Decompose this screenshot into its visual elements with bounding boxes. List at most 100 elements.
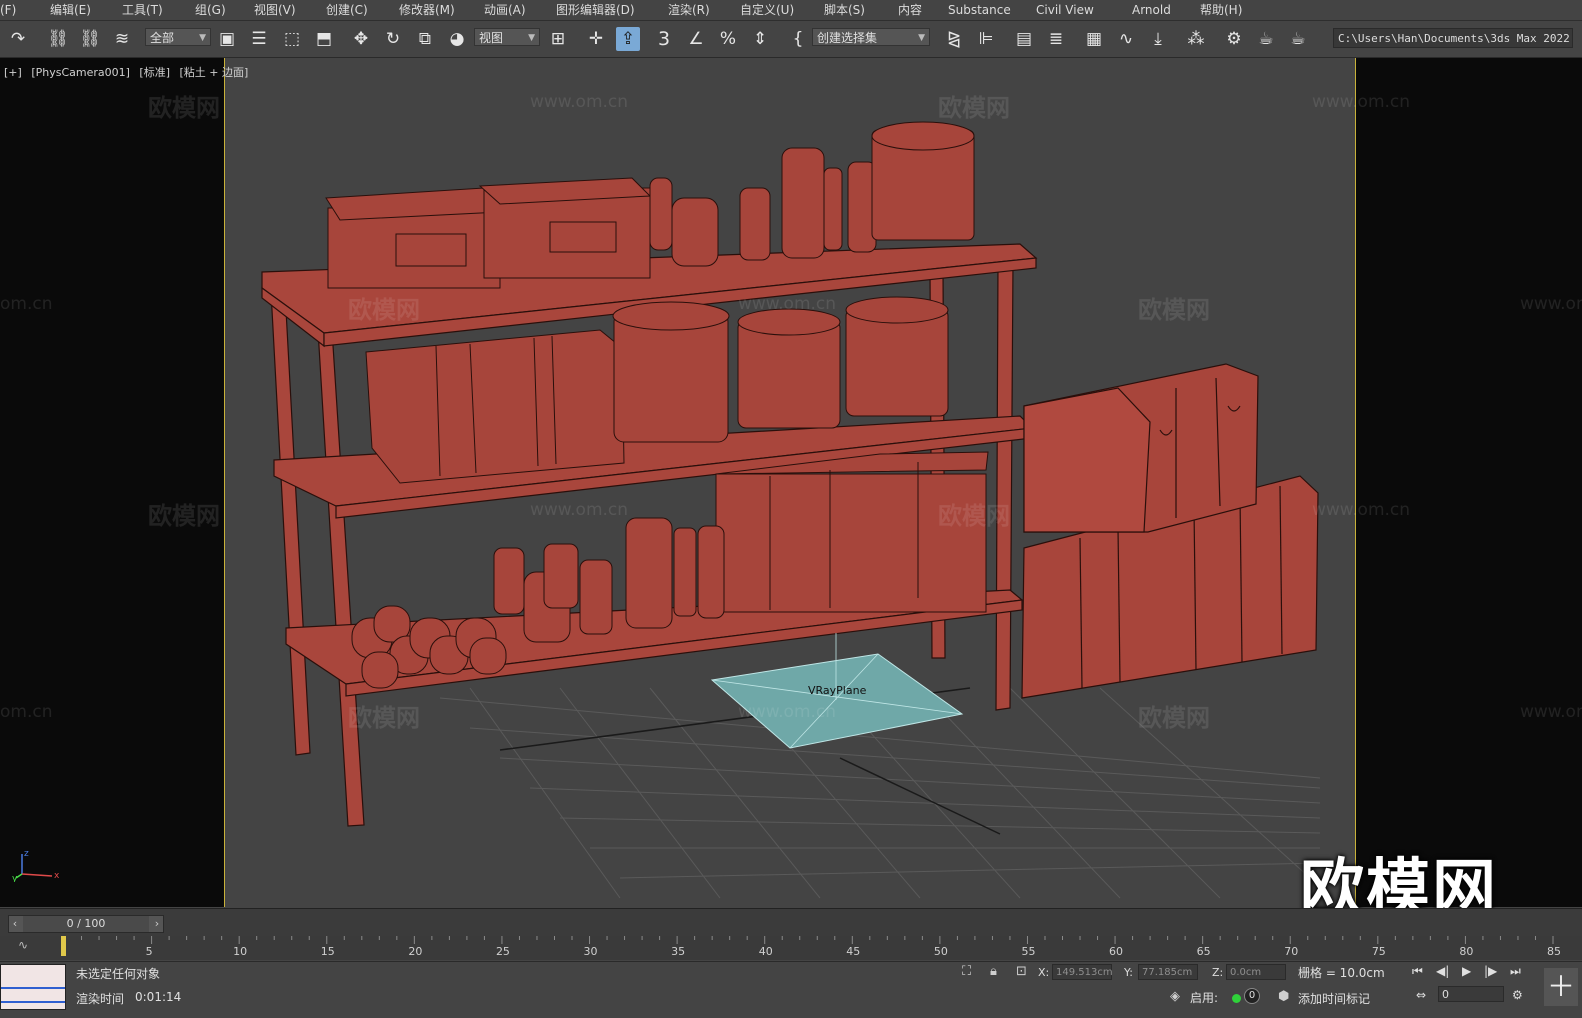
time-slider-thumb[interactable]: 0 / 100: [23, 916, 149, 932]
watermark-url: www.om.cn: [738, 702, 837, 722]
frame-tick-label: 30: [583, 945, 598, 958]
y-label: Y:: [1124, 966, 1133, 979]
time-slider[interactable]: ‹ 0 / 100 ›: [8, 915, 164, 933]
layer-explorer-icon[interactable]: ≣: [1044, 27, 1068, 51]
select-object-icon[interactable]: ▣: [215, 27, 239, 51]
play-icon[interactable]: ▶︎: [1462, 964, 1471, 978]
schematic-view-icon[interactable]: ⤓: [1146, 27, 1170, 51]
next-frame-icon[interactable]: |▶︎: [1484, 964, 1497, 978]
menu-scripting[interactable]: 脚本(S): [824, 0, 865, 20]
menu-civil-view[interactable]: Civil View: [1036, 0, 1094, 20]
frame-tick-label: 60: [1109, 945, 1124, 958]
menu-customize[interactable]: 自定义(U): [740, 0, 794, 20]
edit-named-selection-icon[interactable]: {: [786, 27, 810, 51]
frame-tick-label: 70: [1284, 945, 1299, 958]
y-coordinate-field[interactable]: 77.185cm: [1138, 964, 1198, 980]
named-selection-dropdown[interactable]: 创建选择集 ▼: [812, 28, 930, 46]
menu-modifiers[interactable]: 修改器(M): [399, 0, 455, 20]
chevron-right-icon[interactable]: ›: [151, 916, 163, 932]
watermark-logo: 欧模网: [348, 296, 420, 324]
watermark-logo: 欧模网: [348, 704, 420, 732]
reference-coord-dropdown[interactable]: 视图 ▼: [474, 28, 540, 46]
redo-icon[interactable]: ↷: [6, 27, 30, 51]
chevron-left-icon[interactable]: ‹: [9, 916, 21, 932]
menu-graph-editors[interactable]: 图形编辑器(D): [556, 0, 635, 20]
menu-views[interactable]: 视图(V): [254, 0, 296, 20]
menu-content[interactable]: 内容: [898, 0, 922, 20]
align-icon[interactable]: ⊫: [974, 27, 998, 51]
link-icon[interactable]: ⛓: [46, 27, 70, 51]
go-to-end-icon[interactable]: ⏭: [1510, 964, 1521, 979]
menu-animation[interactable]: 动画(A): [484, 0, 526, 20]
select-by-name-icon[interactable]: ☰: [247, 27, 271, 51]
time-configuration-icon[interactable]: ⚙: [1512, 988, 1523, 1002]
pivot-center-icon[interactable]: ⊞: [546, 27, 570, 51]
menu-tools[interactable]: 工具(T): [122, 0, 163, 20]
track-bar[interactable]: ∿ 5 10 15 20 25 30 35 40 45 50 55 60 65 70 75 80 85: [0, 936, 1582, 960]
render-time-value: 0:01:14: [135, 990, 182, 1004]
menu-help[interactable]: 帮助(H): [1200, 0, 1242, 20]
isolate-selection-icon[interactable]: ⛶: [962, 964, 971, 979]
x-coordinate-field[interactable]: 149.513cm: [1052, 964, 1113, 980]
frame-tick-label: 65: [1196, 945, 1211, 958]
watermark-logo: 欧模网: [1138, 704, 1210, 732]
viewport-camera-menu[interactable]: [PhysCamera001]: [31, 66, 130, 79]
menu-substance[interactable]: Substance: [948, 0, 1011, 20]
spinner-snap-icon[interactable]: ⇕: [748, 27, 772, 51]
rectangular-selection-icon[interactable]: ⬚: [280, 27, 304, 51]
adaptive-degradation-icon[interactable]: ◈: [1170, 989, 1180, 1004]
move-icon[interactable]: ✥: [349, 27, 373, 51]
scene-explorer-icon[interactable]: ▤: [1012, 27, 1036, 51]
snaps-toggle-icon[interactable]: 3: [652, 27, 676, 51]
scale-icon[interactable]: ⧉: [413, 27, 437, 51]
material-editor-icon[interactable]: ⁂: [1184, 27, 1208, 51]
menu-file[interactable]: (F): [0, 0, 16, 20]
viewport-label-menu[interactable]: [+] [PhysCamera001] [标准] [粘土 + 边面]: [4, 64, 254, 80]
menu-group[interactable]: 组(G): [195, 0, 226, 20]
watermark-url: www.om: [1520, 294, 1582, 314]
viewport-plus-menu[interactable]: [+]: [4, 66, 22, 79]
maxscript-listener[interactable]: [0, 964, 66, 1010]
rendered-frame-window-icon[interactable]: ☕: [1254, 27, 1278, 51]
toggle-ribbon-icon[interactable]: ▦: [1082, 27, 1106, 51]
curve-editor-icon[interactable]: ∿: [1114, 27, 1138, 51]
selection-filter-dropdown[interactable]: 全部 ▼: [145, 28, 211, 46]
viewport-shading-menu[interactable]: [粘土 + 边面]: [180, 66, 249, 79]
menu-arnold[interactable]: Arnold: [1132, 0, 1171, 20]
window-crossing-icon[interactable]: ⬒: [312, 27, 336, 51]
menu-edit[interactable]: 编辑(E): [50, 0, 91, 20]
camera-viewport[interactable]: [+] [PhysCamera001] [标准] [粘土 + 边面] VRayP…: [0, 58, 1582, 927]
key-mode-icon[interactable]: ⇔: [1416, 988, 1426, 1002]
selection-lock-icon[interactable]: 🔒︎: [990, 964, 997, 979]
mirror-icon[interactable]: ⧎: [942, 27, 966, 51]
project-path-field[interactable]: C:\Users\Han\Documents\3ds Max 2022: [1333, 28, 1573, 48]
frame-tick-label: 35: [671, 945, 686, 958]
time-tag-icon[interactable]: ⬢: [1278, 989, 1289, 1004]
watermark-url: www.om.cn: [1312, 500, 1411, 520]
keyboard-shortcut-override-icon[interactable]: ⇪: [616, 27, 640, 51]
add-viewport-button[interactable]: ＋: [1544, 968, 1578, 1006]
axis-z-label: z: [24, 849, 29, 859]
main-toolbar: ↷ ⛓ ⛓ ≋ 全部 ▼ ▣ ☰ ⬚ ⬒ ✥ ↻ ⧉ ◕ 视图 ▼ ⊞ ✛ ⇪ …: [0, 21, 1582, 58]
absolute-mode-icon[interactable]: ⊡: [1016, 964, 1027, 979]
placement-icon[interactable]: ◕: [445, 27, 469, 51]
unlink-icon[interactable]: ⛓: [78, 27, 102, 51]
current-frame-input[interactable]: 0: [1438, 986, 1504, 1002]
render-setup-icon[interactable]: ⚙: [1222, 27, 1246, 51]
go-to-start-icon[interactable]: ⏮: [1412, 964, 1423, 979]
previous-frame-icon[interactable]: ◀︎|: [1436, 964, 1449, 978]
bind-space-warp-icon[interactable]: ≋: [110, 27, 134, 51]
render-production-icon[interactable]: ☕: [1286, 27, 1310, 51]
z-coordinate-field[interactable]: 0.0cm: [1226, 964, 1286, 980]
menu-rendering[interactable]: 渲染(R): [668, 0, 710, 20]
angle-snap-icon[interactable]: ∠: [684, 27, 708, 51]
menu-create[interactable]: 创建(C): [326, 0, 368, 20]
select-manipulate-icon[interactable]: ✛: [584, 27, 608, 51]
axis-tripod-icon: z x y: [12, 849, 60, 882]
chevron-down-icon: ▼: [528, 33, 535, 43]
add-time-tag[interactable]: 添加时间标记: [1298, 990, 1370, 1007]
rotate-icon[interactable]: ↻: [381, 27, 405, 51]
percent-snap-icon[interactable]: %: [716, 27, 740, 51]
frame-display: 0 / 100: [66, 917, 106, 930]
viewport-mode-menu[interactable]: [标准]: [139, 66, 170, 79]
